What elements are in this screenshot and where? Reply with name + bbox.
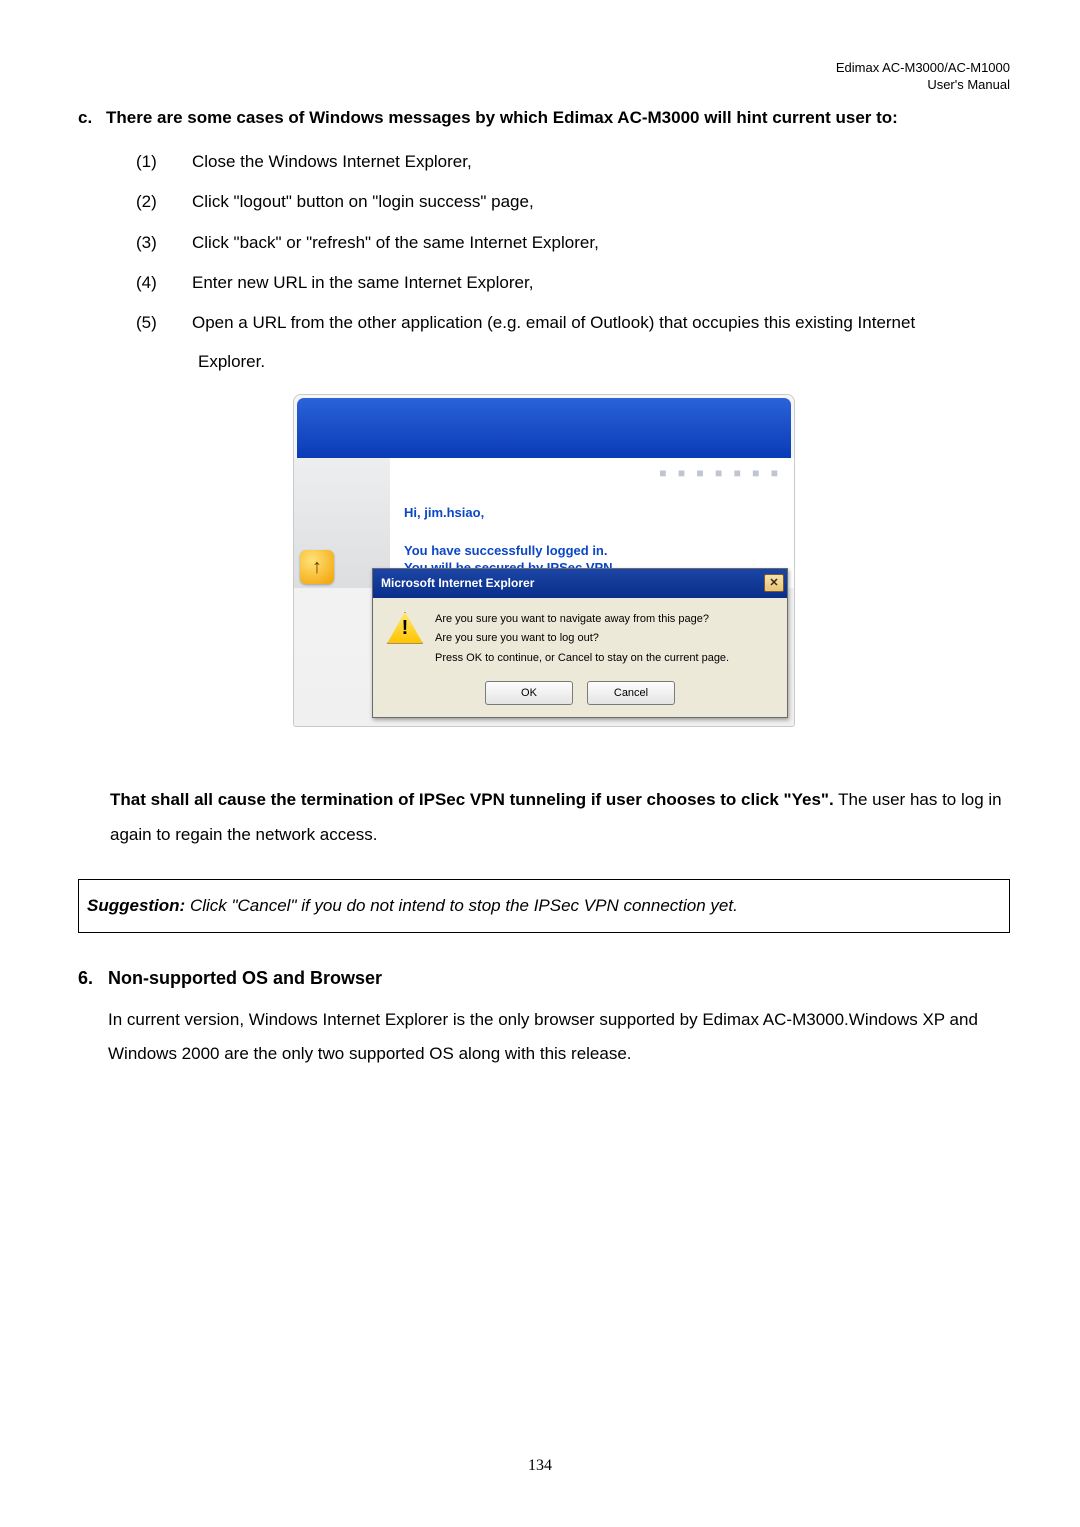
info-icon: ↑ (300, 550, 334, 584)
dialog-titlebar: Microsoft Internet Explorer ✕ (373, 569, 787, 598)
list-item: (1) Close the Windows Internet Explorer, (136, 146, 1010, 178)
section-c-title: There are some cases of Windows messages… (106, 102, 898, 134)
section-6-marker: 6. (78, 961, 108, 995)
list-text-1: Close the Windows Internet Explorer, (192, 146, 1010, 178)
close-icon[interactable]: ✕ (764, 574, 784, 592)
list-item: (3) Click "back" or "refresh" of the sam… (136, 227, 1010, 259)
decorative-dots: ■ ■ ■ ■ ■ ■ ■ (402, 462, 782, 485)
screenshot-titlebar (297, 398, 791, 458)
dialog-message: Are you sure you want to navigate away f… (435, 610, 729, 669)
list-text-2: Click "logout" button on "login success"… (192, 186, 1010, 218)
list-item: (2) Click "logout" button on "login succ… (136, 186, 1010, 218)
list-item: (5) Open a URL from the other applicatio… (136, 307, 1010, 339)
list-num-1: (1) (136, 146, 192, 178)
list-num-3: (3) (136, 227, 192, 259)
section-6-heading: 6. Non-supported OS and Browser (78, 961, 1010, 995)
list-item: (4) Enter new URL in the same Internet E… (136, 267, 1010, 299)
header-product: Edimax AC-M3000/AC-M1000 (78, 60, 1010, 77)
greeting-text: Hi, jim.hsiao, (404, 501, 782, 526)
dialog-line3: Press OK to continue, or Cancel to stay … (435, 649, 729, 669)
section-c-heading: c. There are some cases of Windows messa… (78, 102, 1010, 134)
page-number: 134 (0, 1451, 1080, 1481)
list-num-4: (4) (136, 267, 192, 299)
list-text-4: Enter new URL in the same Internet Explo… (192, 267, 1010, 299)
dialog-line1: Are you sure you want to navigate away f… (435, 610, 729, 630)
suggestion-box: Suggestion: Click "Cancel" if you do not… (78, 879, 1010, 933)
section-6-title: Non-supported OS and Browser (108, 961, 382, 995)
list-num-2: (2) (136, 186, 192, 218)
numbered-list: (1) Close the Windows Internet Explorer,… (78, 146, 1010, 378)
section-6-body: In current version, Windows Internet Exp… (108, 1003, 1010, 1071)
dialog-title-text: Microsoft Internet Explorer (381, 572, 534, 595)
post-bold: That shall all cause the termination of … (110, 790, 834, 809)
header-docname: User's Manual (78, 77, 1010, 94)
suggestion-lead: Suggestion: (87, 896, 185, 915)
post-paragraph: That shall all cause the termination of … (110, 783, 1010, 853)
doc-header: Edimax AC-M3000/AC-M1000 User's Manual (78, 60, 1010, 94)
logged-in-line1: You have successfully logged in. (404, 543, 782, 560)
login-screenshot: ↑ ■ ■ ■ ■ ■ ■ ■ Hi, jim.hsiao, You have … (293, 394, 795, 727)
ie-dialog: Microsoft Internet Explorer ✕ ! Are you … (372, 568, 788, 718)
list-text-3: Click "back" or "refresh" of the same In… (192, 227, 1010, 259)
list-num-5: (5) (136, 307, 192, 339)
list-text-5b: Explorer. (192, 346, 1010, 378)
cancel-button[interactable]: Cancel (587, 681, 675, 705)
suggestion-text: Click "Cancel" if you do not intend to s… (185, 896, 738, 915)
section-c-marker: c. (78, 102, 106, 134)
list-item-cont: Explorer. (136, 346, 1010, 378)
list-text-5: Open a URL from the other application (e… (192, 307, 1010, 339)
dialog-line2: Are you sure you want to log out? (435, 629, 729, 649)
warning-icon: ! (387, 612, 423, 644)
ok-button[interactable]: OK (485, 681, 573, 705)
